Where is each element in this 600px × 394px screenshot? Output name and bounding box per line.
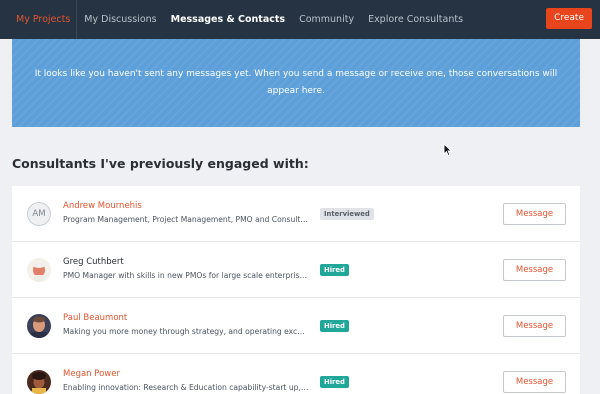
- consultant-description: PMO Manager with skills in new PMOs for …: [63, 271, 309, 280]
- message-button[interactable]: Message: [503, 259, 566, 281]
- consultant-row: Paul Beaumont Making you more money thro…: [12, 298, 580, 354]
- avatar: AM: [27, 202, 51, 226]
- status-badge: Interviewed: [320, 208, 374, 220]
- consultant-name[interactable]: Andrew Mournehis: [63, 201, 142, 211]
- consultant-name[interactable]: Paul Beaumont: [63, 313, 127, 323]
- avatar: [27, 370, 51, 394]
- banner-text: It looks like you haven't sent any messa…: [34, 69, 558, 96]
- status-badge: Hired: [320, 264, 349, 276]
- consultant-row: Greg Cuthbert PMO Manager with skills in…: [12, 242, 580, 298]
- nav-community[interactable]: Community: [292, 0, 361, 39]
- message-button[interactable]: Message: [503, 371, 566, 393]
- consultant-row: AM Andrew Mournehis Program Management, …: [12, 186, 580, 242]
- top-navigation: My Projects My Discussions Messages & Co…: [0, 0, 600, 39]
- consultant-description: Making you more money through strategy, …: [63, 327, 309, 336]
- nav-my-projects[interactable]: My Projects: [0, 0, 76, 39]
- status-badge: Hired: [320, 320, 349, 332]
- nav-messages-contacts[interactable]: Messages & Contacts: [164, 0, 292, 39]
- consultant-list: AM Andrew Mournehis Program Management, …: [12, 186, 580, 394]
- consultant-row: Megan Power Enabling innovation: Researc…: [12, 354, 580, 394]
- create-button[interactable]: Create: [546, 8, 592, 29]
- consultant-name[interactable]: Greg Cuthbert: [63, 257, 124, 267]
- section-title: Consultants I've previously engaged with…: [12, 156, 309, 171]
- nav-my-discussions[interactable]: My Discussions: [77, 0, 163, 39]
- consultant-description: Enabling innovation: Research & Educatio…: [63, 383, 309, 392]
- consultant-description: Program Management, Project Management, …: [63, 215, 309, 224]
- empty-messages-banner: It looks like you haven't sent any messa…: [12, 39, 580, 127]
- message-button[interactable]: Message: [503, 315, 566, 337]
- message-button[interactable]: Message: [503, 203, 566, 225]
- mouse-cursor-icon: [443, 143, 453, 157]
- status-badge: Hired: [320, 376, 349, 388]
- avatar: [27, 314, 51, 338]
- consultant-name[interactable]: Megan Power: [63, 369, 120, 379]
- nav-explore-consultants[interactable]: Explore Consultants: [361, 0, 470, 39]
- avatar: [27, 258, 51, 282]
